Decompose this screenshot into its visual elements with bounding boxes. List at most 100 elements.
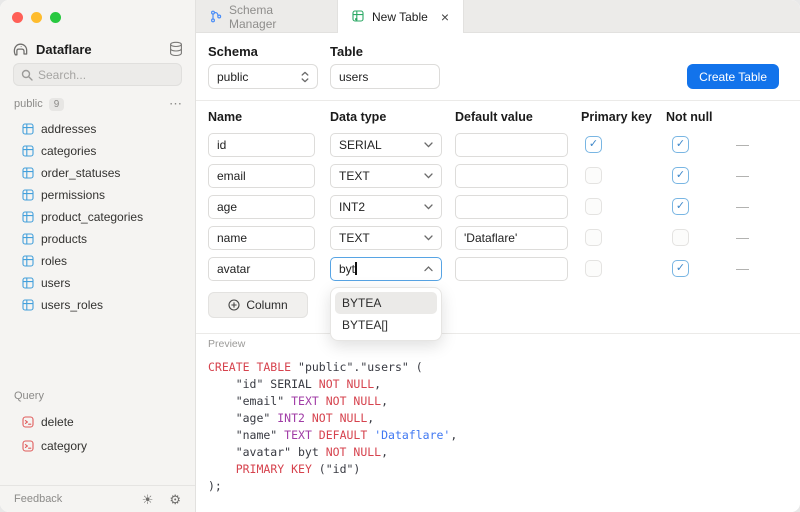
table-label: Table — [330, 44, 363, 59]
data-type-select[interactable]: TEXT — [330, 226, 442, 250]
preview-label: Preview — [208, 338, 245, 350]
close-window-button[interactable] — [12, 12, 23, 23]
default-value-input[interactable] — [455, 257, 568, 281]
main-area: Schema Manager New Table × Schema Table … — [196, 0, 800, 512]
sql-line: "id" SERIAL NOT NULL, — [208, 376, 792, 393]
remove-column-button[interactable]: — — [736, 199, 749, 214]
database-icon[interactable] — [169, 41, 183, 57]
column-name-input[interactable] — [208, 164, 315, 188]
primary-key-checkbox[interactable]: ✓ — [585, 136, 602, 153]
table-grid-icon — [22, 277, 34, 289]
sidebar-item-products[interactable]: products — [0, 228, 195, 250]
sidebar-item-users[interactable]: users — [0, 272, 195, 294]
app-title: Dataflare — [36, 42, 92, 57]
default-value-input[interactable] — [455, 195, 568, 219]
column-name-input[interactable] — [208, 257, 315, 281]
header-primary-key: Primary key — [581, 110, 652, 124]
table-name-input[interactable] — [339, 70, 431, 84]
divider — [196, 100, 800, 101]
query-section-label: Query — [14, 390, 44, 402]
check-icon: ✓ — [676, 263, 685, 274]
column-name-input[interactable] — [208, 195, 315, 219]
not-null-checkbox[interactable]: ✓ — [672, 167, 689, 184]
schema-more-button[interactable]: ⋯ — [169, 96, 183, 112]
zoom-window-button[interactable] — [50, 12, 61, 23]
default-value-input[interactable] — [455, 226, 568, 250]
column-name-input[interactable] — [208, 226, 315, 250]
sidebar-item-categories[interactable]: categories — [0, 140, 195, 162]
postgres-logo-icon — [12, 41, 29, 58]
remove-column-button[interactable]: — — [736, 137, 749, 152]
not-null-checkbox[interactable]: ✓ — [672, 198, 689, 215]
remove-column-button[interactable]: — — [736, 168, 749, 183]
sql-line: "name" TEXT DEFAULT 'Dataflare', — [208, 427, 792, 444]
table-grid-icon — [22, 255, 34, 267]
table-grid-icon — [22, 233, 34, 245]
default-value-input[interactable] — [455, 164, 568, 188]
chevron-down-icon — [424, 173, 433, 179]
remove-column-button[interactable]: — — [736, 261, 749, 276]
search-input[interactable] — [38, 68, 174, 82]
sql-line: "avatar" byt NOT NULL, — [208, 444, 792, 461]
chevron-down-icon — [424, 142, 433, 148]
sql-line: ); — [208, 478, 792, 495]
default-value-input[interactable] — [455, 133, 568, 157]
sidebar-item-roles[interactable]: roles — [0, 250, 195, 272]
not-null-checkbox[interactable]: ✓ — [672, 136, 689, 153]
check-icon: ✓ — [676, 201, 685, 212]
remove-column-button[interactable]: — — [736, 230, 749, 245]
not-null-checkbox[interactable]: ✓ — [672, 260, 689, 277]
column-row: TEXT ✓ ✓ — — [196, 164, 800, 188]
dropdown-option-bytea-array[interactable]: BYTEA[] — [335, 314, 437, 336]
not-null-checkbox[interactable]: ✓ — [672, 229, 689, 246]
table-count-badge: 9 — [49, 98, 65, 111]
sidebar-item-permissions[interactable]: permissions — [0, 184, 195, 206]
sidebar-item-product-categories[interactable]: product_categories — [0, 206, 195, 228]
dropdown-option-bytea[interactable]: BYTEA — [335, 292, 437, 314]
table-grid-icon — [22, 189, 34, 201]
theme-toggle-icon[interactable]: ☀ — [142, 493, 154, 506]
data-type-select[interactable]: TEXT — [330, 164, 442, 188]
primary-key-checkbox[interactable]: ✓ — [585, 167, 602, 184]
chevron-down-icon — [424, 235, 433, 241]
schema-manager-icon — [210, 10, 222, 23]
primary-key-checkbox[interactable]: ✓ — [585, 198, 602, 215]
window-controls — [12, 12, 61, 23]
sidebar-item-order-statuses[interactable]: order_statuses — [0, 162, 195, 184]
add-column-button[interactable]: Column — [208, 292, 308, 318]
feedback-link[interactable]: Feedback — [14, 493, 62, 505]
create-table-button[interactable]: Create Table — [687, 64, 779, 89]
tab-schema-manager[interactable]: Schema Manager — [196, 0, 337, 33]
schema-group-label[interactable]: public — [14, 98, 43, 110]
new-table-icon — [352, 10, 365, 23]
data-type-select[interactable]: INT2 — [330, 195, 442, 219]
primary-key-checkbox[interactable]: ✓ — [585, 260, 602, 277]
data-type-select[interactable]: SERIAL — [330, 133, 442, 157]
data-type-dropdown: BYTEA BYTEA[] — [330, 287, 442, 341]
header-name: Name — [208, 110, 242, 124]
search-icon — [21, 69, 33, 81]
header-default-value: Default value — [455, 110, 533, 124]
sidebar-item-users-roles[interactable]: users_roles — [0, 294, 195, 316]
close-tab-icon[interactable]: × — [441, 9, 449, 25]
table-grid-icon — [22, 123, 34, 135]
primary-key-checkbox[interactable]: ✓ — [585, 229, 602, 246]
text-cursor — [355, 262, 357, 275]
query-item-delete[interactable]: delete — [0, 410, 195, 434]
sql-line: CREATE TABLE "public"."users" ( — [208, 359, 792, 376]
query-item-category[interactable]: category — [0, 434, 195, 458]
check-icon: ✓ — [676, 139, 685, 150]
tab-bar: Schema Manager New Table × — [196, 0, 800, 33]
sql-line: "age" INT2 NOT NULL, — [208, 410, 792, 427]
data-type-combobox-editing[interactable]: byt — [330, 257, 442, 281]
divider — [196, 333, 800, 334]
tab-new-table[interactable]: New Table × — [337, 0, 464, 33]
sql-line: "email" TEXT NOT NULL, — [208, 393, 792, 410]
column-name-input[interactable] — [208, 133, 315, 157]
table-grid-icon — [22, 145, 34, 157]
minimize-window-button[interactable] — [31, 12, 42, 23]
sidebar-item-addresses[interactable]: addresses — [0, 118, 195, 140]
column-row: SERIAL ✓ ✓ — — [196, 133, 800, 157]
settings-gear-icon[interactable]: ⚙ — [169, 493, 181, 506]
schema-select[interactable]: public — [208, 64, 318, 89]
